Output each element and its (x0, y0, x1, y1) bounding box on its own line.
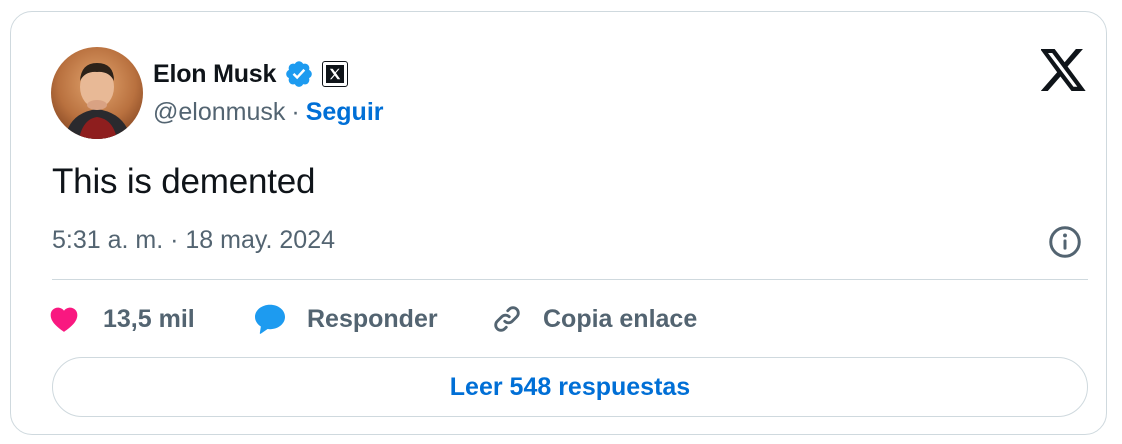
author-name[interactable]: Elon Musk (153, 60, 276, 89)
like-count: 13,5 mil (103, 304, 195, 333)
reply-label: Responder (307, 304, 438, 333)
heart-icon (47, 303, 81, 335)
speech-bubble-icon (251, 301, 289, 337)
copy-link-button[interactable]: Copia enlace (489, 296, 697, 342)
read-replies-label: Leer 548 respuestas (449, 372, 691, 401)
link-icon (489, 301, 525, 337)
tweet-timestamp[interactable]: 5:31 a. m. · 18 may. 2024 (52, 226, 335, 255)
divider (52, 279, 1088, 280)
author-handle[interactable]: @elonmusk (153, 98, 285, 127)
verified-badge-icon (284, 59, 314, 89)
like-button[interactable]: 13,5 mil (47, 296, 195, 342)
separator-dot: · (291, 98, 300, 126)
avatar[interactable] (51, 47, 143, 139)
read-replies-button[interactable]: Leer 548 respuestas (52, 357, 1088, 417)
copy-link-label: Copia enlace (543, 304, 698, 333)
author-row: Elon Musk (153, 56, 349, 92)
info-icon[interactable] (1047, 224, 1083, 260)
handle-row: @elonmusk · Seguir (153, 98, 384, 127)
x-logo-icon[interactable] (1040, 49, 1087, 91)
reply-button[interactable]: Responder (251, 296, 438, 342)
tweet-embed-card: Elon Musk @elonmusk · Seguir This is dem… (10, 11, 1107, 435)
x-affiliate-icon (322, 61, 349, 87)
tweet-text: This is demented (52, 162, 316, 201)
follow-button[interactable]: Seguir (306, 98, 384, 127)
